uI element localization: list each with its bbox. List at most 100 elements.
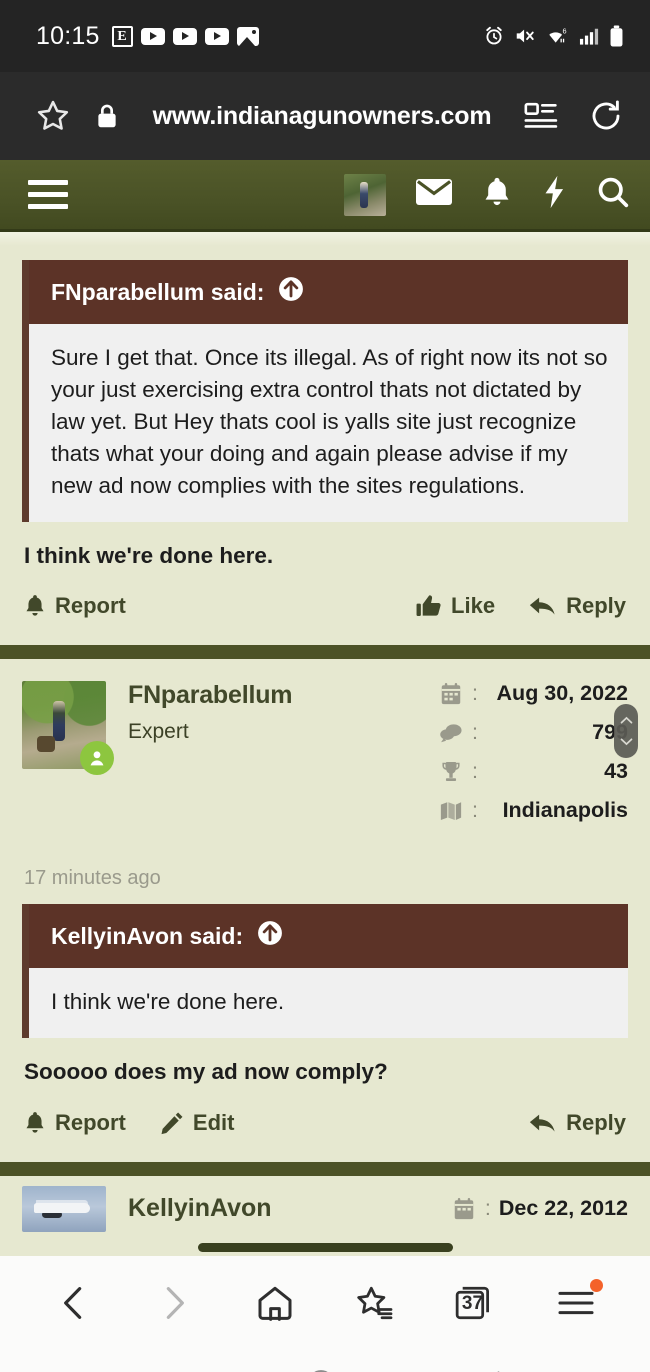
hamburger-icon (558, 1291, 594, 1315)
wifi-6-icon: 6 (545, 25, 570, 47)
edit-button[interactable]: Edit (160, 1110, 234, 1136)
chevron-left-icon (64, 1287, 82, 1319)
trophy-icon (438, 761, 464, 782)
cellular-signal-icon (579, 26, 600, 46)
home-button[interactable] (239, 1267, 311, 1339)
reply-label: Reply (566, 593, 626, 619)
quote-text: Sure I get that. Once its illegal. As of… (51, 345, 608, 498)
post-separator (0, 645, 650, 660)
stat-messages: : 799 (438, 720, 628, 745)
gallery-image-icon (236, 26, 259, 46)
avatar[interactable] (22, 681, 114, 776)
android-navigation-bar (0, 1350, 650, 1372)
quote-header[interactable]: FNparabellum said: (29, 260, 628, 324)
scroll-thumb[interactable] (614, 704, 638, 758)
boxed-e-icon: E (111, 25, 133, 47)
whats-new-bolt-icon[interactable] (542, 175, 566, 214)
reply-button[interactable]: Reply (529, 593, 626, 619)
reply-label: Reply (566, 1109, 626, 1135)
like-button[interactable]: Like (416, 593, 495, 619)
report-button[interactable]: Report (24, 1110, 126, 1136)
stat-value: 43 (604, 759, 628, 784)
reply-button[interactable]: Reply (529, 1110, 626, 1136)
back-button[interactable] (479, 1368, 509, 1372)
star-icon[interactable] (34, 97, 72, 135)
post-author-stats: : Aug 30, 2022 : 799: 43: Indianapolis (438, 681, 628, 837)
avatar[interactable] (22, 1185, 106, 1232)
stat-joined: : Dec 22, 2012 (451, 1196, 628, 1221)
forum-site-header (0, 160, 650, 232)
youtube-icon (172, 27, 197, 45)
home-icon (258, 1286, 292, 1321)
youtube-icon (204, 27, 229, 45)
reload-icon[interactable] (588, 98, 624, 134)
quote-header[interactable]: KellyinAvon said: (29, 904, 628, 969)
user-avatar[interactable] (344, 173, 386, 216)
drag-handle[interactable] (198, 1243, 453, 1252)
post-action-bar: Report Like Reply (0, 571, 650, 645)
android-status-bar: 10:15 E 6 (0, 0, 650, 72)
search-icon[interactable] (596, 175, 630, 214)
padlock-icon (94, 102, 120, 130)
online-status-icon (80, 741, 114, 776)
stat-colon: : (472, 681, 478, 706)
post-separator (0, 1161, 650, 1176)
chevron-left-icon (496, 1370, 500, 1372)
reply-arrow-icon (529, 1114, 555, 1132)
circled-up-arrow-icon[interactable] (257, 920, 283, 952)
stat-colon: : (472, 759, 478, 784)
browser-url-bar[interactable]: www.indianagunowners.com (0, 72, 650, 160)
stat-reactions: : 43 (438, 759, 628, 784)
status-clock: 10:15 (36, 21, 100, 50)
mute-vibrate-icon (514, 25, 536, 47)
bell-icon (26, 595, 44, 616)
reply-arrow-icon (529, 597, 555, 615)
browser-menu-button[interactable] (540, 1267, 612, 1339)
report-button[interactable]: Report (24, 593, 126, 619)
inbox-envelope-icon[interactable] (416, 177, 452, 212)
browser-bottom-toolbar: 37 (0, 1256, 650, 1350)
post-timestamp[interactable]: 17 minutes ago (0, 853, 650, 890)
post-author-name[interactable]: KellyinAvon (106, 1194, 272, 1223)
alarm-icon (483, 25, 505, 47)
map-icon (438, 801, 464, 821)
stat-colon: : (472, 720, 478, 745)
url-text[interactable]: www.indianagunowners.com (120, 102, 524, 131)
circled-up-arrow-icon[interactable] (278, 276, 304, 308)
post-user-header: FNparabellum Expert: Aug 30, 2022: 799… (0, 659, 650, 853)
youtube-icon (140, 27, 165, 45)
stat-value: Aug 30, 2022 (496, 681, 628, 706)
post-item: FNparabellum Expert: Aug 30, 2022: 799… (0, 659, 650, 1161)
status-notification-icons: E (111, 25, 259, 47)
hamburger-icon[interactable] (28, 180, 68, 209)
page-top-shadow (0, 232, 650, 246)
reader-view-icon[interactable] (524, 100, 558, 132)
post-action-bar: Report Edit Reply (0, 1088, 650, 1162)
thumbs-up-icon (416, 595, 441, 617)
forward-button (138, 1267, 210, 1339)
alerts-bell-icon[interactable] (482, 176, 512, 213)
post-message-text: I think we're done here. (24, 542, 274, 568)
tabs-count: 37 (461, 1293, 484, 1314)
stat-value: Dec 22, 2012 (498, 1196, 628, 1221)
tabs-button[interactable]: 37 (439, 1267, 511, 1339)
bell-icon (26, 1111, 44, 1133)
stat-joined: : Aug 30, 2022 (438, 681, 628, 706)
stat-colon: : (484, 1196, 491, 1221)
like-label: Like (451, 593, 496, 619)
calendar-icon (438, 682, 464, 705)
back-button[interactable] (38, 1267, 110, 1339)
svg-text:6: 6 (563, 26, 567, 35)
quote-author-label: FNparabellum said: (51, 278, 265, 305)
post-author-name[interactable]: FNparabellum (128, 681, 438, 710)
home-button[interactable] (306, 1368, 336, 1372)
status-system-icons: 6 (483, 25, 624, 47)
bookmark-star-icon (357, 1286, 393, 1320)
stat-location: : Indianapolis (438, 798, 628, 823)
report-label: Report (55, 593, 126, 619)
forum-thread-page: FNparabellum said: Sure I get that. Once… (0, 232, 650, 1256)
chevron-right-icon (167, 1287, 185, 1319)
menu-badge-dot (589, 1279, 603, 1292)
post-message-text: Sooooo does my ad now comply? (24, 1059, 388, 1085)
bookmarks-button[interactable] (339, 1267, 411, 1339)
